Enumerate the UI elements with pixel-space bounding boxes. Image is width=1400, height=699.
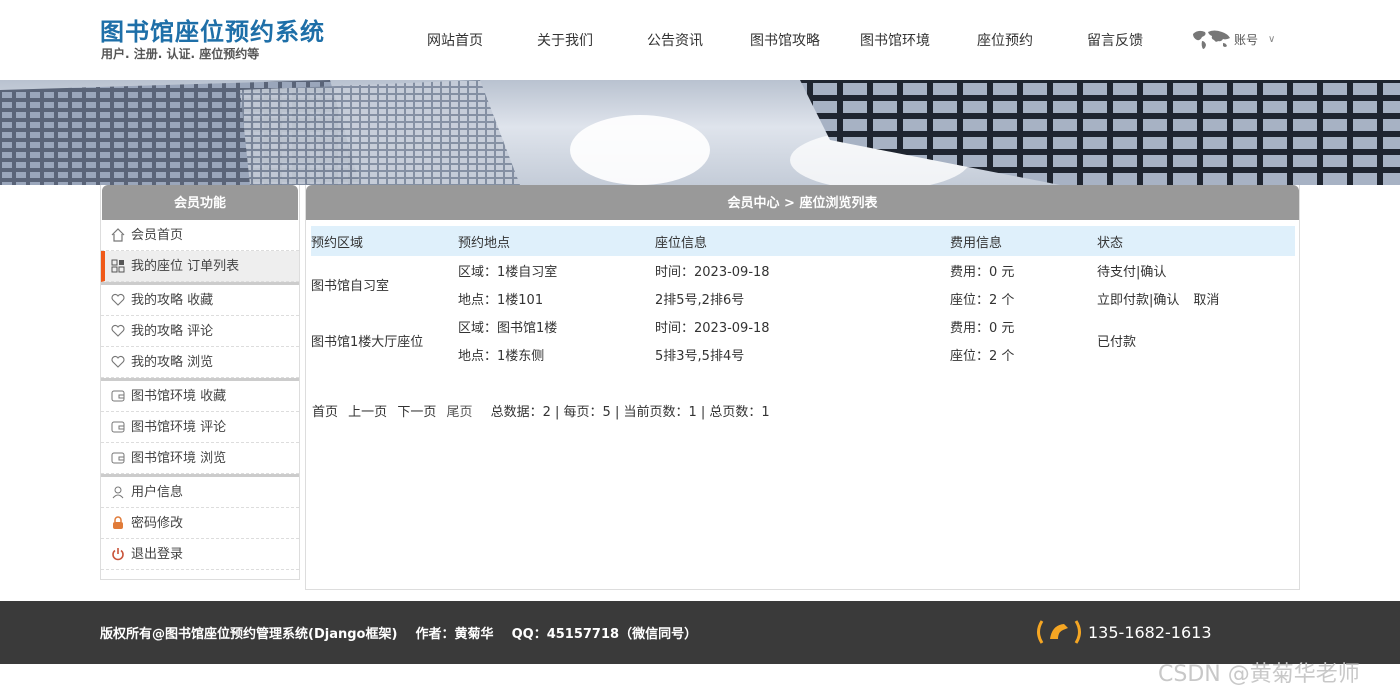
heart-icon [111,293,125,307]
row-actions: 立即付款|确认 取消 [1097,284,1295,312]
site-footer: 版权所有@图书馆座位预约管理系统(Django框架) 作者：黄菊华 QQ：451… [0,601,1400,664]
nav-environment[interactable]: 图书馆环境 [840,30,950,50]
watermark: CSDN @黄菊华老师 [1158,662,1360,687]
sidebar-item-env-comments[interactable]: 图书馆环境 评论 [101,412,299,443]
sidebar-item-label: 我的座位 订单列表 [131,258,240,274]
user-icon [111,485,125,499]
sidebar-item-label: 密码修改 [131,515,184,531]
wallet-icon [111,451,125,465]
row-seats: 2排5号,2排6号 [655,292,745,308]
table-row: 图书馆1楼大厅座位 区域：图书馆1楼 时间：2023-09-18 费用：0 元 … [311,312,1295,350]
main-nav: 网站首页 关于我们 公告资讯 图书馆攻略 图书馆环境 座位预约 留言反馈 [400,0,1170,80]
table-row: 地点：1楼101 2排5号,2排6号 座位：2 个 立即付款|确认 取消 [311,284,1295,312]
nav-about[interactable]: 关于我们 [510,30,620,50]
row-place: 地点：1楼101 [458,292,544,308]
row-fee: 费用：0 元 [950,320,1015,336]
col-seat-info: 座位信息 [655,226,950,256]
row-time: 时间：2023-09-18 [655,320,770,336]
sidebar-item-guide-comments[interactable]: 我的攻略 评论 [101,316,299,347]
phone-icon [1037,620,1081,644]
pager-summary: 总数据：2 | 每页：5 | 当前页数：1 | 总页数：1 [490,405,770,420]
member-sidebar: 会员功能 会员首页 我的座位 订单列表 我的攻略 收藏 我的攻略 评论 我的攻略… [100,185,300,580]
sidebar-item-label: 退出登录 [131,546,184,562]
table-row: 图书馆自习室 区域：1楼自习室 时间：2023-09-18 费用：0 元 待支付… [311,256,1295,294]
sidebar-item-label: 图书馆环境 评论 [131,419,227,435]
main-panel: 会员中心 > 座位浏览列表 预约区域 预约地点 座位信息 费用信息 状态 图书馆… [305,185,1300,590]
power-icon [111,547,125,561]
row-time: 时间：2023-09-18 [655,264,770,280]
chevron-down-icon: ∨ [1268,33,1276,45]
reservation-table: 预约区域 预约地点 座位信息 费用信息 状态 图书馆自习室 区域：1楼自习室 时… [311,226,1295,368]
grid-icon [111,259,125,273]
sidebar-item-guide-favorites[interactable]: 我的攻略 收藏 [101,285,299,316]
wallet-icon [111,420,125,434]
row-place: 地点：1楼东侧 [458,348,545,364]
sidebar-item-change-password[interactable]: 密码修改 [101,508,299,539]
pay-now-button[interactable]: 立即付款|确认 [1097,293,1179,308]
lock-icon [111,516,125,530]
row-seats: 5排3号,5排4号 [655,348,745,364]
account-label: 账号 [1234,32,1259,47]
row-zone: 区域：图书馆1楼 [458,320,558,336]
nav-news[interactable]: 公告资讯 [620,30,730,50]
sidebar-item-user-info[interactable]: 用户信息 [101,477,299,508]
account-menu[interactable]: 账号 ∨ [1190,28,1275,50]
col-status: 状态 [1097,226,1295,256]
row-fee: 费用：0 元 [950,264,1015,280]
table-header-row: 预约区域 预约地点 座位信息 费用信息 状态 [311,226,1295,256]
sidebar-item-label: 图书馆环境 浏览 [131,450,227,466]
row-zone: 区域：1楼自习室 [458,264,558,280]
row-area: 图书馆1楼大厅座位 [311,334,424,350]
footer-phone-number: 135-1682-1613 [1088,622,1212,642]
sidebar-item-label: 会员首页 [131,227,184,243]
row-area: 图书馆自习室 [311,278,390,294]
home-icon [111,228,125,242]
row-status: 已付款 [1097,334,1137,350]
heart-icon [111,355,125,369]
pager-last[interactable]: 尾页 [446,405,472,420]
sidebar-title: 会员功能 [102,185,298,220]
sidebar-item-label: 我的攻略 浏览 [131,354,214,370]
sidebar-item-label: 我的攻略 收藏 [131,292,214,308]
heart-icon [111,324,125,338]
footer-contact: 135-1682-1613 [1034,619,1212,645]
site-header: 图书馆座位预约系统 用户. 注册. 认证. 座位预约等 网站首页 关于我们 公告… [0,0,1400,80]
nav-reservation[interactable]: 座位预约 [950,30,1060,50]
pager-next[interactable]: 下一页 [397,405,436,420]
site-title[interactable]: 图书馆座位预约系统 [100,12,325,47]
col-area: 预约区域 [311,226,458,256]
pager-prev[interactable]: 上一页 [348,405,387,420]
sidebar-item-guide-views[interactable]: 我的攻略 浏览 [101,347,299,378]
sidebar-item-label: 用户信息 [131,484,184,500]
sidebar-item-label: 图书馆环境 收藏 [131,388,227,404]
sidebar-item-env-favorites[interactable]: 图书馆环境 收藏 [101,381,299,412]
footer-copyright: 版权所有@图书馆座位预约管理系统(Django框架) 作者：黄菊华 QQ：451… [100,627,698,642]
nav-home[interactable]: 网站首页 [400,30,510,50]
sidebar-item-env-views[interactable]: 图书馆环境 浏览 [101,443,299,474]
row-seat-count: 座位：2 个 [950,348,1015,364]
pager-first[interactable]: 首页 [312,405,338,420]
pagination: 首页 上一页 下一页 尾页 总数据：2 | 每页：5 | 当前页数：1 | 总页… [312,401,776,420]
wallet-icon [111,389,125,403]
sidebar-item-label: 我的攻略 评论 [131,323,214,339]
world-map-icon [1193,30,1230,49]
sidebar-item-my-seats[interactable]: 我的座位 订单列表 [101,251,299,282]
city-buildings-image [0,80,1400,185]
sidebar-item-member-home[interactable]: 会员首页 [101,220,299,251]
breadcrumb: 会员中心 > 座位浏览列表 [306,185,1299,220]
col-fee: 费用信息 [950,226,1097,256]
cancel-button[interactable]: 取消 [1193,293,1219,308]
col-place: 预约地点 [458,226,655,256]
row-seat-count: 座位：2 个 [950,292,1015,308]
hero-banner [0,80,1400,185]
row-status[interactable]: 待支付|确认 [1097,256,1295,284]
nav-guide[interactable]: 图书馆攻略 [730,30,840,50]
sidebar-item-logout[interactable]: 退出登录 [101,539,299,570]
nav-feedback[interactable]: 留言反馈 [1060,30,1170,50]
site-subtitle: 用户. 注册. 认证. 座位预约等 [101,47,260,61]
